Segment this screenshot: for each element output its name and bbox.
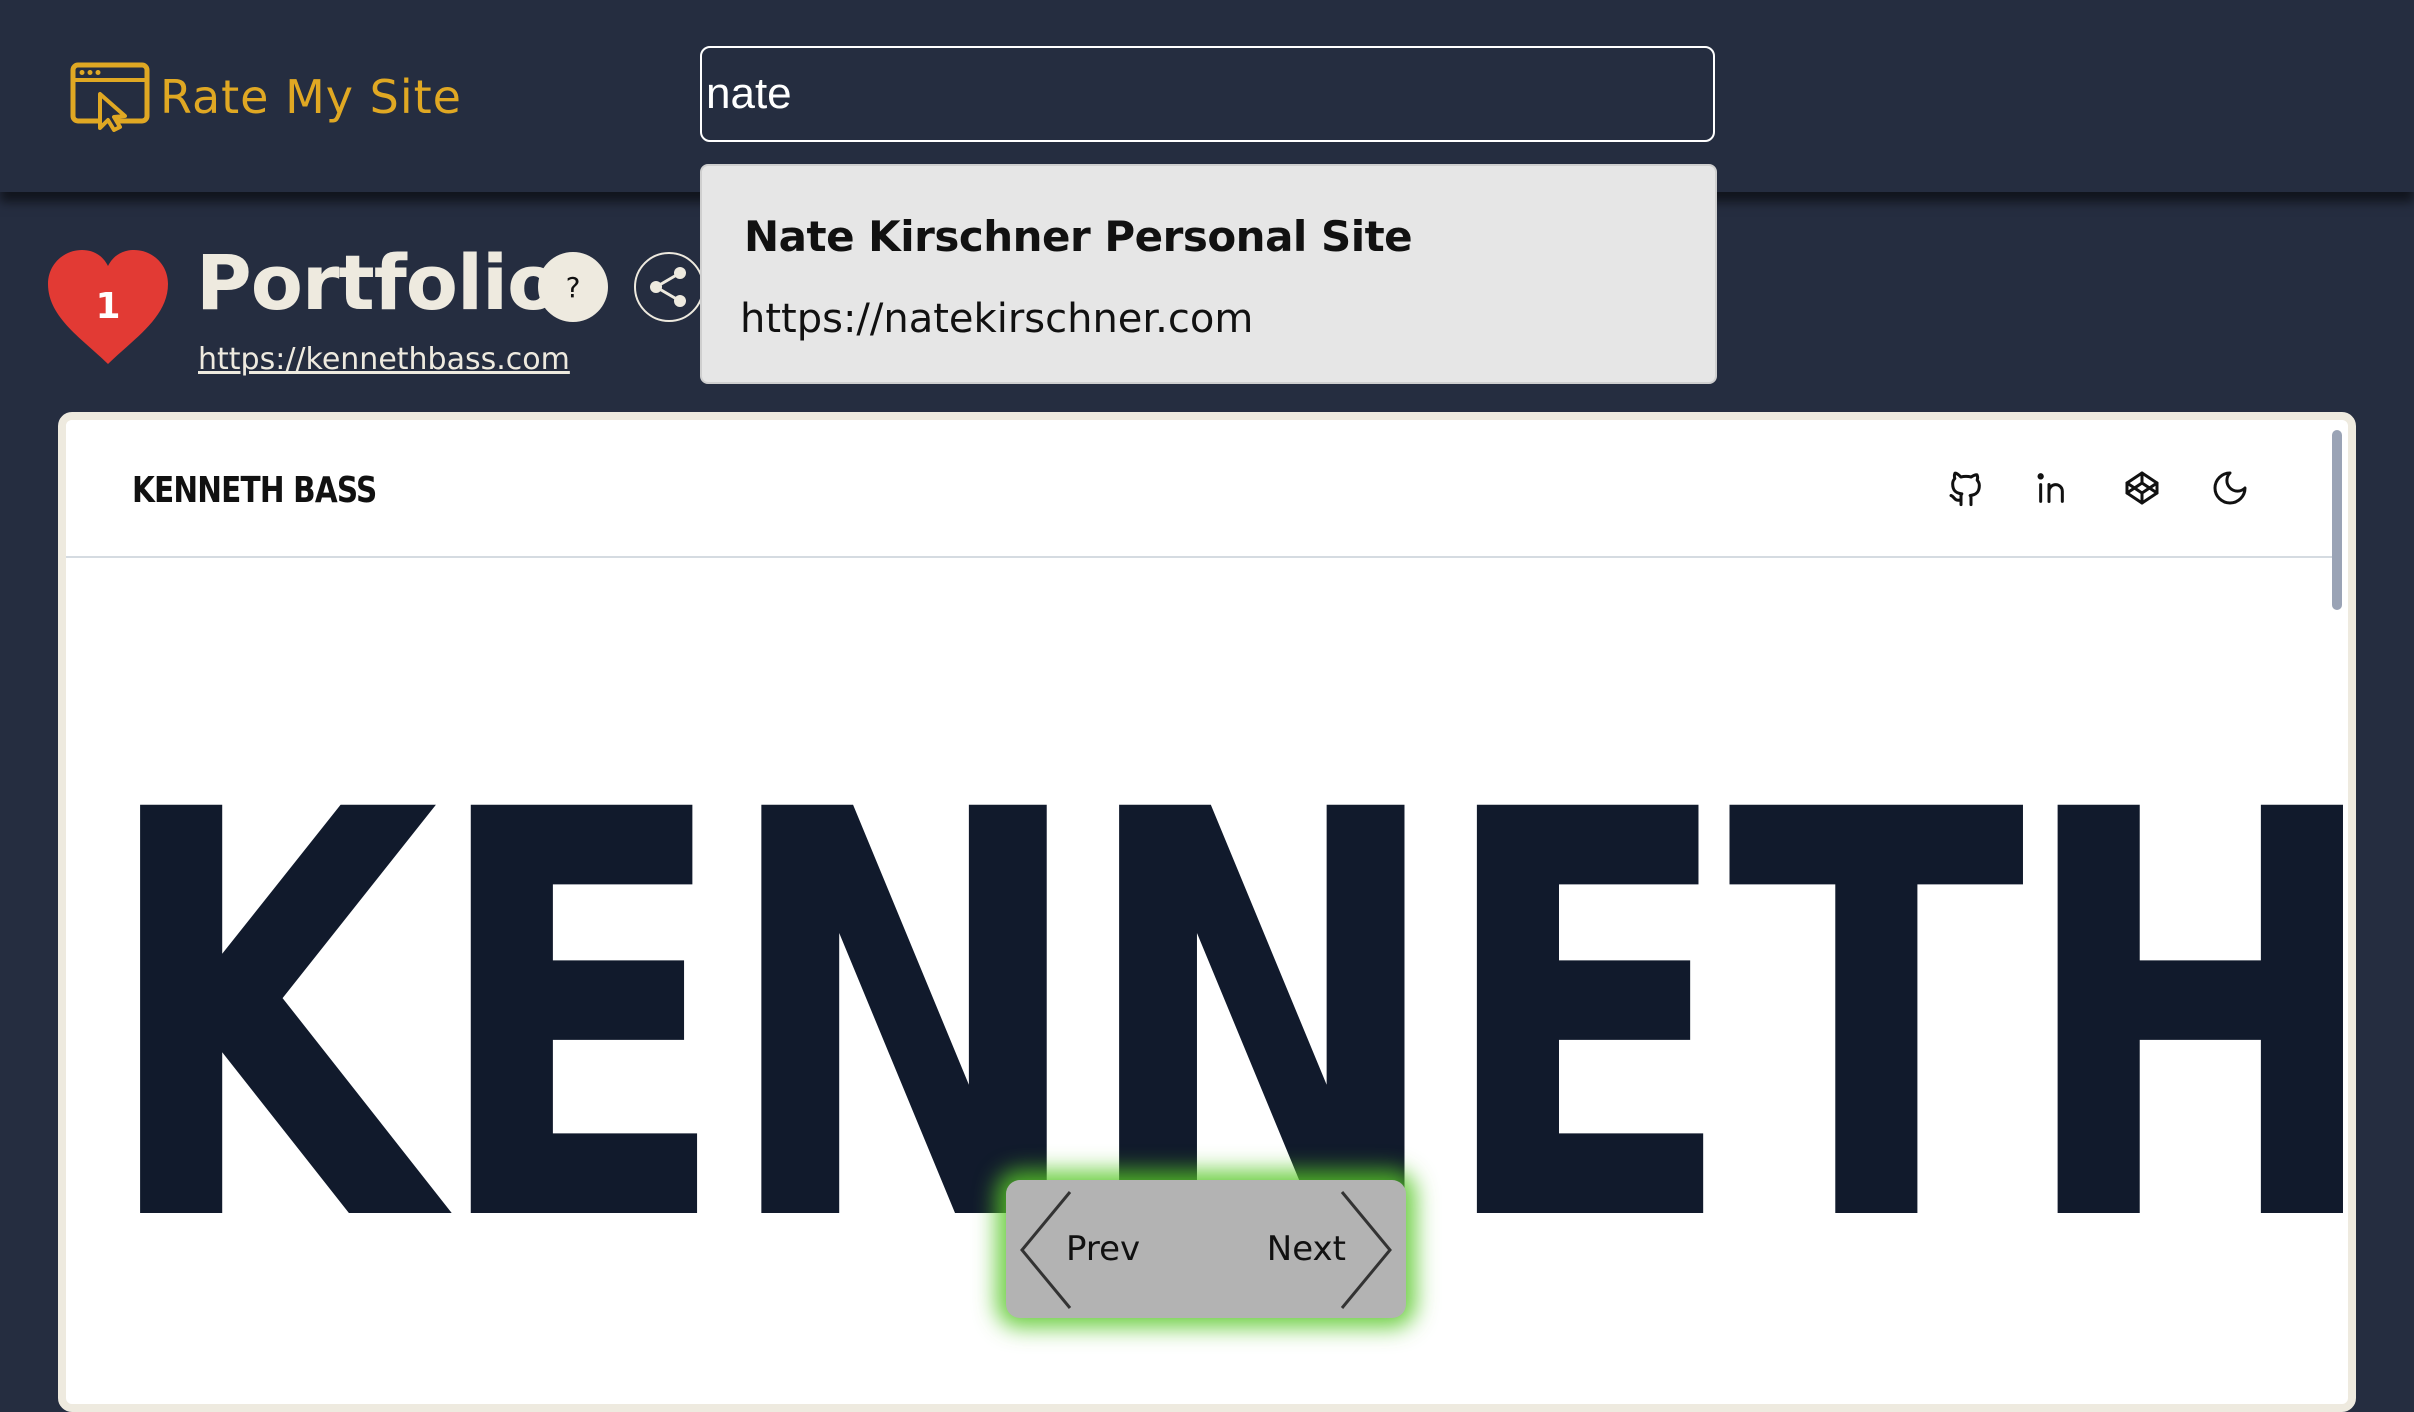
linkedin-icon[interactable] — [2034, 468, 2074, 508]
prev-button[interactable]: Prev — [1020, 1180, 1141, 1318]
pager: Prev Next — [1006, 1180, 1406, 1318]
search-input[interactable] — [700, 46, 1715, 142]
moon-icon[interactable] — [2210, 468, 2250, 508]
logo[interactable]: Rate My Site — [70, 62, 462, 132]
next-button[interactable]: Next — [1266, 1180, 1392, 1318]
hero-heading: KENNETH — [100, 694, 2356, 1346]
preview-brand[interactable]: KENNETH BASS — [132, 470, 377, 511]
next-label: Next — [1266, 1229, 1346, 1269]
like-button[interactable]: 1 — [44, 248, 172, 366]
browser-cursor-icon — [70, 62, 150, 132]
preview-navbar: KENNETH BASS — [66, 420, 2336, 558]
github-icon[interactable] — [1946, 468, 1986, 508]
share-button[interactable] — [634, 252, 704, 322]
search-result-title[interactable]: Nate Kirschner Personal Site — [744, 212, 1413, 261]
search-result-url[interactable]: https://natekirschner.com — [740, 296, 1253, 342]
chevron-right-icon — [1340, 1191, 1392, 1309]
chevron-left-icon — [1020, 1191, 1072, 1309]
page-title: Portfolio — [196, 238, 559, 327]
logo-text: Rate My Site — [160, 70, 462, 124]
codepen-icon[interactable] — [2122, 468, 2162, 508]
site-url-link[interactable]: https://kennethbass.com — [198, 342, 570, 377]
like-count: 1 — [95, 286, 121, 327]
preview-scrollbar[interactable] — [2332, 430, 2342, 610]
share-icon — [650, 267, 686, 307]
help-button[interactable]: ? — [538, 252, 608, 322]
search-results-dropdown[interactable]: Nate Kirschner Personal Site https://nat… — [700, 164, 1717, 384]
prev-label: Prev — [1066, 1229, 1141, 1269]
